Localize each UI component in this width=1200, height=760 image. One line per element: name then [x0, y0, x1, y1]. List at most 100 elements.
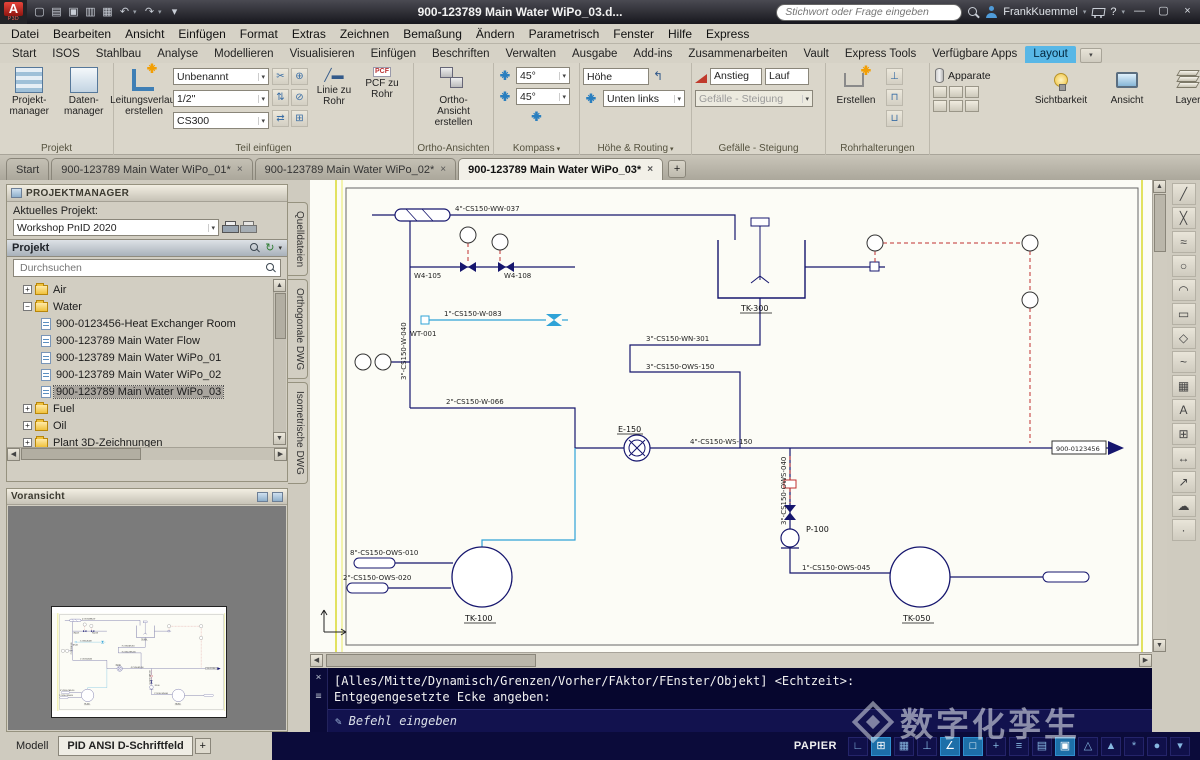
- horizontal-scrollbar[interactable]: ◀ ▶: [310, 652, 1152, 668]
- coords-icon[interactable]: ∟: [848, 737, 868, 756]
- tree-item-5[interactable]: 900-123789 Main Water WiPo_02: [7, 366, 287, 383]
- project-section-header[interactable]: Projekt ↻ ▾: [7, 239, 287, 257]
- compass-angle-dropdown-2[interactable]: 45° ▾: [516, 88, 570, 105]
- qat-undo-icon-caret[interactable]: ▾: [133, 8, 141, 16]
- tree-item-7[interactable]: +Fuel: [7, 400, 287, 417]
- user-menu-caret-icon[interactable]: ▾: [1083, 8, 1087, 16]
- spec-dropdown[interactable]: Unbenannt ▾: [173, 68, 269, 85]
- ribbon-tab-stahlbau[interactable]: Stahlbau: [88, 46, 149, 63]
- qat-new-icon[interactable]: ▢: [31, 3, 48, 21]
- polar-icon[interactable]: ∠: [940, 737, 960, 756]
- scroll-right-icon[interactable]: ▶: [1139, 654, 1152, 667]
- print-icon[interactable]: [222, 221, 237, 234]
- linie-zu-rohr-button[interactable]: ╱▬ Linie zu Rohr: [311, 66, 357, 141]
- projektmanager-header[interactable]: PROJEKTMANAGER: [7, 185, 287, 202]
- isolate-icon[interactable]: ●: [1147, 737, 1167, 756]
- ribbon-tab-express-tools[interactable]: Express Tools: [837, 46, 924, 63]
- search-input[interactable]: [776, 4, 962, 21]
- dim-linear-icon[interactable]: ↔: [1172, 447, 1196, 469]
- menu-item-einf-gen[interactable]: Einfügen: [171, 25, 232, 43]
- preview-settings-icon[interactable]: [272, 492, 283, 502]
- menu-item-extras[interactable]: Extras: [285, 25, 333, 43]
- gefaelle-dropdown[interactable]: Gefälle - Steigung ▾: [695, 90, 813, 107]
- compass-angle-dropdown-1[interactable]: 45° ▾: [516, 67, 570, 84]
- qat-plot-icon[interactable]: ▦: [99, 3, 116, 21]
- pipe-flip-icon[interactable]: ⇅: [272, 89, 289, 106]
- apparate-gallery[interactable]: [933, 86, 1023, 112]
- close-button[interactable]: ×: [1178, 3, 1197, 21]
- tree-hscroll-thumb[interactable]: [21, 448, 141, 460]
- tree-expander-icon[interactable]: +: [23, 438, 32, 447]
- tree-item-1[interactable]: −Water: [7, 298, 287, 315]
- apparate-label[interactable]: Apparate: [948, 70, 991, 82]
- menu-item-format[interactable]: Format: [233, 25, 285, 43]
- draw-arc-icon[interactable]: ◠: [1172, 279, 1196, 301]
- help-button[interactable]: ?: [1110, 6, 1116, 18]
- pipe-grid-icon[interactable]: ⊞: [291, 110, 308, 127]
- draw-rectangle-icon[interactable]: ▭: [1172, 303, 1196, 325]
- menu-item--ndern[interactable]: Ändern: [469, 25, 522, 43]
- scroll-up-icon[interactable]: ▲: [273, 279, 286, 292]
- revcloud-icon[interactable]: ☁: [1172, 495, 1196, 517]
- drawing-preview-thumbnail[interactable]: [51, 606, 227, 718]
- ribbon-tab-einf-gen[interactable]: Einfügen: [363, 46, 424, 63]
- pid-drawing[interactable]: 4"-CS150-WW-037 W4-105 W4-108 3"-CS150-W…: [310, 180, 1150, 652]
- layer-button[interactable]: Layer: [1161, 66, 1200, 106]
- command-line[interactable]: × ≡ [Alles/Mitte/Dynamisch/Grenzen/Vorhe…: [310, 668, 1152, 732]
- ribbon-tab-visualisieren[interactable]: Visualisieren: [282, 46, 363, 63]
- menu-item-datei[interactable]: Datei: [4, 25, 46, 43]
- app-store-cart-icon[interactable]: [1091, 7, 1105, 18]
- layout-tab-pid[interactable]: PID ANSI D-Schriftfeld: [58, 736, 192, 756]
- menu-item-ansicht[interactable]: Ansicht: [118, 25, 171, 43]
- support-add-icon[interactable]: ⊥: [886, 68, 903, 85]
- sichtbarkeit-button[interactable]: Sichtbarkeit: [1029, 66, 1093, 106]
- scroll-up-icon[interactable]: ▲: [1153, 180, 1166, 193]
- menu-item-express[interactable]: Express: [699, 25, 756, 43]
- otrack-icon[interactable]: +: [986, 737, 1006, 756]
- current-project-dropdown[interactable]: Workshop PnID 2020 ▾: [13, 219, 219, 236]
- command-prompt[interactable]: ✎ Befehl eingeben: [328, 709, 1152, 732]
- qat-redo-icon-caret[interactable]: ▾: [158, 8, 166, 16]
- routing-up-icon[interactable]: ↰: [653, 68, 663, 85]
- tree-item-3[interactable]: 900-123789 Main Water Flow: [7, 332, 287, 349]
- scroll-left-icon[interactable]: ◀: [310, 654, 323, 667]
- tree-item-2[interactable]: 900-0123456-Heat Exchanger Room: [7, 315, 287, 332]
- ortho-icon[interactable]: ⊥: [917, 737, 937, 756]
- ansicht-button[interactable]: Ansicht: [1099, 66, 1155, 106]
- qat-open-icon[interactable]: ▤: [48, 3, 65, 21]
- lineweight-icon[interactable]: ≡: [1009, 737, 1029, 756]
- ribbon-tab-start[interactable]: Start: [4, 46, 44, 63]
- material-dropdown[interactable]: CS300 ▾: [173, 112, 269, 129]
- new-drawing-tab-button[interactable]: +: [668, 160, 686, 178]
- snap-icon[interactable]: ▦: [894, 737, 914, 756]
- user-name[interactable]: FrankKuemmel: [1003, 6, 1078, 18]
- tree-horizontal-scrollbar[interactable]: ◀ ▶: [7, 447, 287, 460]
- ribbon-tab-layout[interactable]: Layout: [1025, 46, 1076, 63]
- transparency-icon[interactable]: ▤: [1032, 737, 1052, 756]
- hoehe-input[interactable]: [583, 68, 649, 85]
- panel-flyout-caret-icon[interactable]: ▾: [670, 146, 674, 153]
- tree-item-0[interactable]: +Air: [7, 281, 287, 298]
- hscroll-thumb[interactable]: [326, 654, 536, 667]
- help-caret-icon[interactable]: ▾: [1121, 8, 1125, 16]
- close-icon[interactable]: ×: [440, 164, 446, 175]
- ribbon-tab-vault[interactable]: Vault: [796, 46, 837, 63]
- tree-expander-icon[interactable]: +: [23, 404, 32, 413]
- new-layout-button[interactable]: +: [195, 738, 211, 754]
- tree-item-9[interactable]: +Plant 3D-Zeichnungen: [7, 434, 287, 447]
- panel-flyout-caret-icon[interactable]: ▾: [557, 146, 561, 153]
- maximize-button[interactable]: ▢: [1154, 3, 1173, 21]
- search-icon[interactable]: [967, 6, 980, 19]
- tree-item-4[interactable]: 900-123789 Main Water WiPo_01: [7, 349, 287, 366]
- draw-hatch-icon[interactable]: ▦: [1172, 375, 1196, 397]
- scroll-left-icon[interactable]: ◀: [7, 448, 20, 461]
- ribbon-tab-add-ins[interactable]: Add-ins: [625, 46, 680, 63]
- project-search-icon[interactable]: [249, 242, 261, 254]
- plot-settings-icon[interactable]: [240, 221, 255, 234]
- tree-item-6[interactable]: 900-123789 Main Water WiPo_03: [7, 383, 287, 400]
- annoscale-icon[interactable]: ▲: [1101, 737, 1121, 756]
- point-icon[interactable]: ·: [1172, 519, 1196, 541]
- grid-icon[interactable]: ⊞: [871, 737, 891, 756]
- tree-expander-icon[interactable]: +: [23, 421, 32, 430]
- size-dropdown[interactable]: 1/2" ▾: [173, 90, 269, 107]
